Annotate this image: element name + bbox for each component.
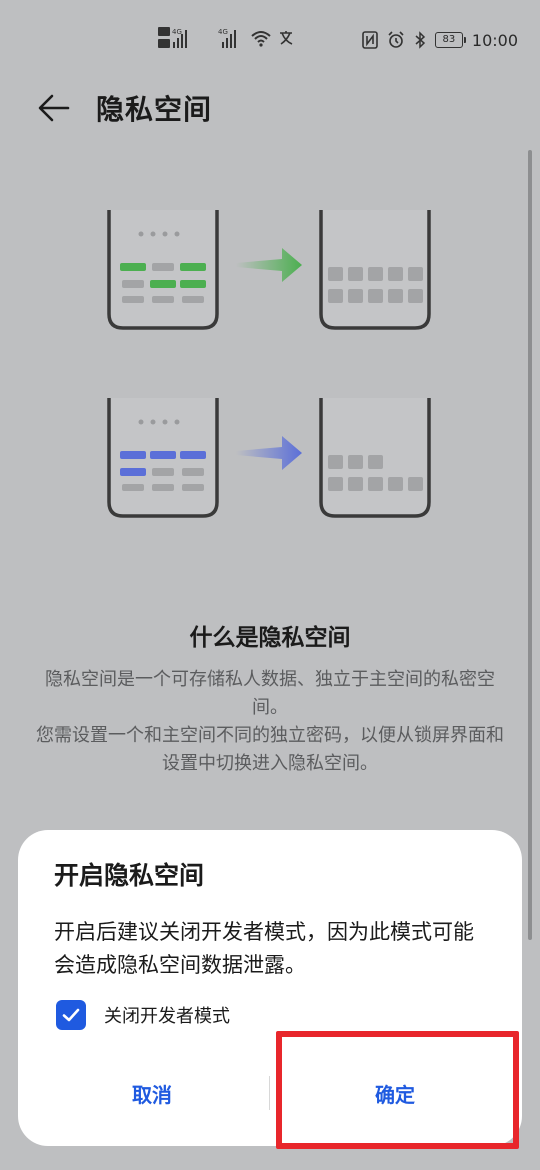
arrow-right-icon	[236, 248, 302, 282]
nfc-icon	[362, 31, 378, 49]
translate-icon	[280, 31, 293, 45]
status-bar: 4G 4G 83 10:00	[0, 0, 540, 80]
illustration-empty-phone-1	[319, 210, 431, 330]
status-time: 10:00	[471, 30, 518, 50]
arrow-right-icon	[236, 436, 302, 470]
wifi-icon	[251, 31, 271, 47]
status-left-icons: 4G 4G	[158, 24, 296, 52]
dialog-message: 开启后建议关闭开发者模式，因为此模式可能会造成隐私空间数据泄露。	[54, 920, 474, 977]
alarm-icon	[388, 31, 404, 48]
illustration-blue-phone	[107, 398, 219, 518]
button-divider	[269, 1076, 270, 1110]
info-title: 什么是隐私空间	[189, 625, 351, 651]
status-right: 83 10:00	[362, 26, 518, 54]
svg-text:4G: 4G	[172, 28, 182, 36]
cancel-button[interactable]: 取消	[32, 1060, 272, 1126]
app-header: 隐私空间	[0, 80, 540, 140]
battery-level: 83	[442, 34, 456, 45]
checkbox-label: 关闭开发者模式	[104, 1006, 230, 1027]
battery-icon: 83	[434, 32, 466, 48]
hd-signal-icon: 4G	[158, 27, 187, 48]
bluetooth-icon	[415, 31, 425, 49]
illustration-empty-phone-2	[319, 398, 431, 518]
checkmark-icon	[62, 1008, 80, 1022]
svg-text:4G: 4G	[218, 28, 228, 36]
disable-developer-mode-option[interactable]: 关闭开发者模式	[56, 998, 230, 1032]
confirm-highlight-box	[276, 1031, 519, 1149]
signal-icon: 4G	[218, 28, 236, 48]
info-paragraph: 您需设置一个和主空间不同的独立密码，以便从锁屏界面和设置中切换进入隐私空间。	[36, 725, 504, 774]
page-title: 隐私空间	[96, 93, 213, 126]
info-paragraph: 隐私空间是一个可存储私人数据、独立于主空间的私密空间。	[45, 669, 495, 718]
info-description: 隐私空间是一个可存储私人数据、独立于主空间的私密空间。 您需设置一个和主空间不同…	[30, 666, 510, 778]
scrollbar[interactable]	[528, 150, 532, 940]
illustration-green-phone	[107, 210, 219, 330]
back-arrow-icon[interactable]	[36, 90, 72, 126]
developer-mode-checkbox[interactable]	[56, 1000, 86, 1030]
dialog-title: 开启隐私空间	[54, 861, 205, 890]
